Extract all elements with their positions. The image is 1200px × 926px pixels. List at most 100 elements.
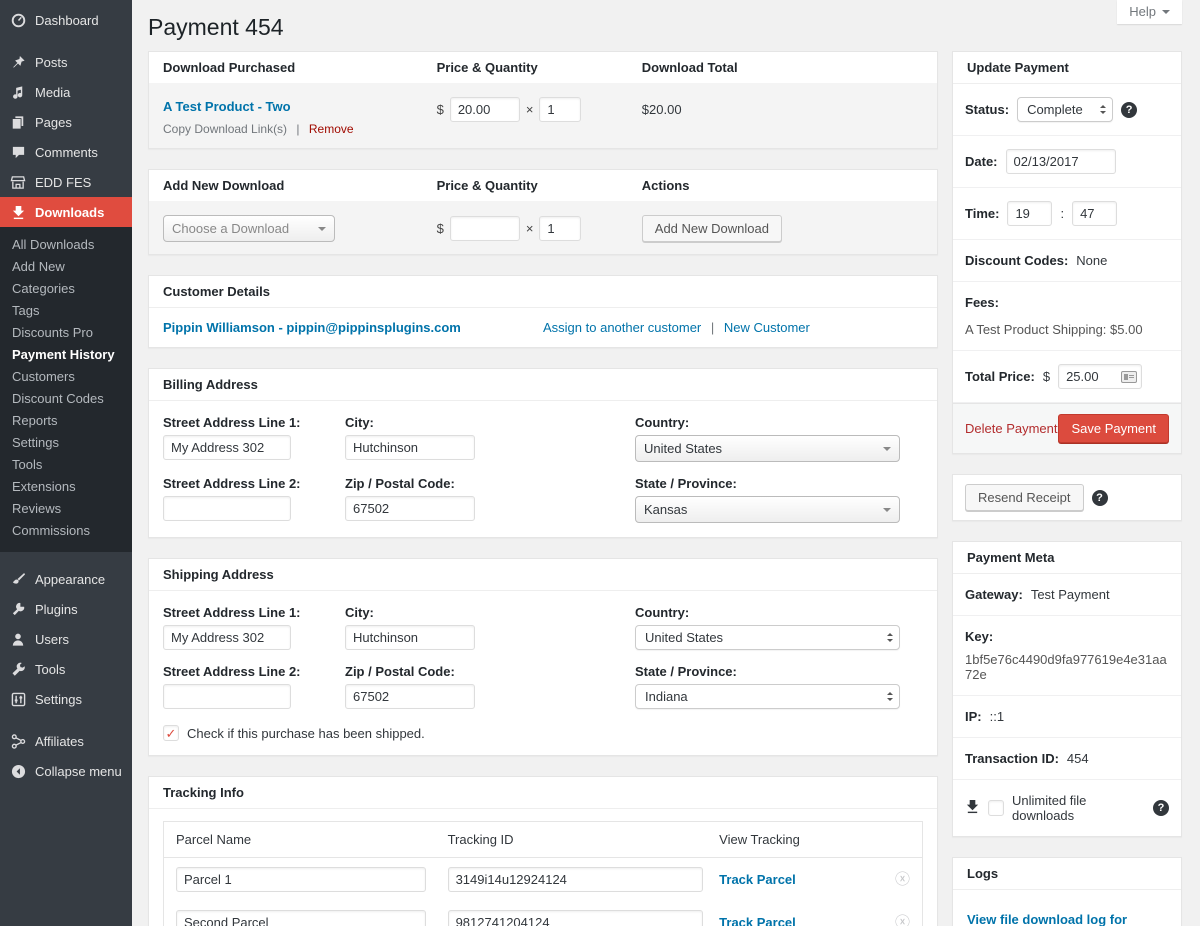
status-help-icon[interactable]: ? (1121, 102, 1137, 118)
shipping-city-input[interactable] (345, 625, 475, 650)
time-minute-input[interactable] (1072, 201, 1117, 226)
billing-country-select[interactable]: United States (635, 435, 900, 462)
sidebar-item-settings[interactable]: Settings (0, 684, 132, 714)
status-label: Status: (965, 102, 1009, 117)
sidebar-item-collapse-menu[interactable]: Collapse menu (0, 756, 132, 786)
submenu-item-all-downloads[interactable]: All Downloads (0, 234, 132, 256)
add-new-download-button[interactable]: Add New Download (642, 215, 782, 242)
file-download-log-link[interactable]: View file download log for purchase (967, 912, 1167, 926)
currency-symbol: $ (437, 102, 444, 117)
submenu-item-tools[interactable]: Tools (0, 454, 132, 476)
plug-icon (9, 601, 27, 617)
customer-link[interactable]: Pippin Williamson - pippin@pippinsplugin… (163, 320, 461, 335)
col-tracking-id: Tracking ID (448, 832, 720, 847)
key-label: Key: (965, 629, 993, 644)
billing-zip-input[interactable] (345, 496, 475, 521)
billing-state-select[interactable]: Kansas (635, 496, 900, 523)
product-link[interactable]: A Test Product - Two (163, 99, 291, 114)
shipping-country-label: Country: (635, 605, 923, 620)
delete-payment-link[interactable]: Delete Payment (965, 421, 1058, 436)
sidebar-item-affiliates[interactable]: Affiliates (0, 726, 132, 756)
recalculate-totals-icon[interactable] (1121, 371, 1137, 383)
track-parcel-link[interactable]: Track Parcel (719, 915, 796, 926)
new-customer-link[interactable]: New Customer (724, 320, 810, 335)
submenu-item-categories[interactable]: Categories (0, 278, 132, 300)
submenu-item-commissions[interactable]: Commissions (0, 520, 132, 542)
copy-download-link[interactable]: Copy Download Link(s) (163, 122, 287, 136)
billing-line1-label: Street Address Line 1: (163, 415, 345, 430)
billing-city-input[interactable] (345, 435, 475, 460)
submenu-item-customers[interactable]: Customers (0, 366, 132, 388)
unlimited-downloads-checkbox[interactable] (988, 800, 1004, 816)
sidebar-item-appearance[interactable]: Appearance (0, 564, 132, 594)
parcel-name-input[interactable] (176, 867, 426, 892)
time-label: Time: (965, 206, 999, 221)
billing-state-label: State / Province: (635, 476, 923, 491)
separator: | (296, 122, 299, 136)
shipping-country-select[interactable]: United States (635, 625, 900, 650)
quantity-input[interactable] (539, 97, 581, 122)
customer-details-panel: Customer Details Pippin Williamson - pip… (148, 275, 938, 348)
select-arrows-icon (887, 630, 893, 645)
sidebar-item-label: Affiliates (35, 734, 84, 749)
submenu-item-discounts-pro[interactable]: Discounts Pro (0, 322, 132, 344)
submenu-item-reports[interactable]: Reports (0, 410, 132, 432)
key-value: 1bf5e76c4490d9fa977619e4e31aa72e (965, 652, 1169, 682)
shipping-address-panel: Shipping Address Street Address Line 1: … (148, 558, 938, 756)
tracking-id-input[interactable] (448, 910, 703, 926)
date-input[interactable] (1006, 149, 1116, 174)
sidebar-item-dashboard[interactable]: Dashboard (0, 0, 132, 35)
sidebar-item-comments[interactable]: Comments (0, 137, 132, 167)
resend-receipt-help-icon[interactable]: ? (1092, 490, 1108, 506)
time-hour-input[interactable] (1007, 201, 1052, 226)
submenu-item-settings[interactable]: Settings (0, 432, 132, 454)
shipped-checkbox[interactable] (163, 725, 179, 741)
sidebar-item-media[interactable]: Media (0, 77, 132, 107)
shipping-zip-input[interactable] (345, 684, 475, 709)
tracking-id-input[interactable] (448, 867, 703, 892)
sidebar-item-tools[interactable]: Tools (0, 654, 132, 684)
unlimited-downloads-help-icon[interactable]: ? (1153, 800, 1169, 816)
billing-line2-label: Street Address Line 2: (163, 476, 345, 491)
submenu-item-tags[interactable]: Tags (0, 300, 132, 322)
remove-tracking-icon[interactable]: ⓧ (895, 915, 910, 926)
remove-tracking-icon[interactable]: ⓧ (895, 872, 910, 887)
submenu-item-add-new[interactable]: Add New (0, 256, 132, 278)
shipping-line1-input[interactable] (163, 625, 291, 650)
sidebar-item-downloads[interactable]: Downloads (0, 197, 132, 227)
ip-label: IP: (965, 709, 982, 724)
billing-country-label: Country: (635, 415, 923, 430)
submenu-item-payment-history[interactable]: Payment History (0, 344, 132, 366)
shipping-state-label: State / Province: (635, 664, 923, 679)
sidebar-item-label: Collapse menu (35, 764, 122, 779)
add-new-download-panel: Add New Download Price & Quantity Action… (148, 169, 938, 255)
sidebar-item-posts[interactable]: Posts (0, 47, 132, 77)
billing-line2-input[interactable] (163, 496, 291, 521)
shipping-state-select[interactable]: Indiana (635, 684, 900, 709)
resend-receipt-button[interactable]: Resend Receipt (965, 484, 1084, 511)
new-price-input[interactable] (450, 216, 520, 241)
shipping-city-label: City: (345, 605, 635, 620)
track-parcel-link[interactable]: Track Parcel (719, 872, 796, 887)
sidebar-item-edd-fes[interactable]: EDD FES (0, 167, 132, 197)
save-payment-button[interactable]: Save Payment (1058, 414, 1169, 443)
shipping-line2-input[interactable] (163, 684, 291, 709)
submenu-item-discount-codes[interactable]: Discount Codes (0, 388, 132, 410)
submenu-item-reviews[interactable]: Reviews (0, 498, 132, 520)
remove-link[interactable]: Remove (309, 122, 354, 136)
new-quantity-input[interactable] (539, 216, 581, 241)
currency-symbol: $ (437, 221, 444, 236)
parcel-name-input[interactable] (176, 910, 426, 926)
status-select[interactable]: Complete (1017, 97, 1113, 122)
sidebar-item-users[interactable]: Users (0, 624, 132, 654)
download-purchased-panel: Download Purchased Price & Quantity Down… (148, 51, 938, 149)
sidebar-item-plugins[interactable]: Plugins (0, 594, 132, 624)
help-button[interactable]: Help (1117, 0, 1182, 24)
sidebar-item-pages[interactable]: Pages (0, 107, 132, 137)
choose-download-select[interactable]: Choose a Download (163, 215, 335, 242)
price-input[interactable] (450, 97, 520, 122)
billing-line1-input[interactable] (163, 435, 291, 460)
submenu-item-extensions[interactable]: Extensions (0, 476, 132, 498)
assign-customer-link[interactable]: Assign to another customer (543, 320, 701, 335)
logs-panel: Logs View file download log for purchase… (952, 857, 1182, 926)
